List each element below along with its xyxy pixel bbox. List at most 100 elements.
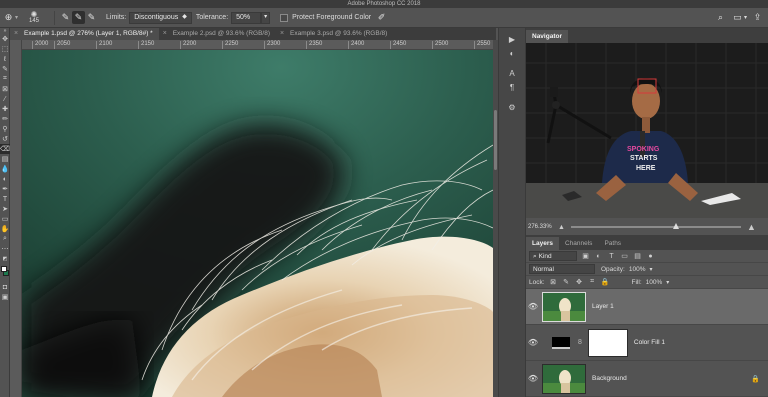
crop-tool-icon[interactable]: ⌗ <box>0 74 10 84</box>
fill-value[interactable]: 100% <box>646 279 663 286</box>
chevron-down-icon[interactable]: ▾ <box>649 266 652 273</box>
spot-healing-tool-icon[interactable]: ✚ <box>0 104 10 114</box>
panel-icon-strip: ▶ ◐ A ¶ ⚙ <box>498 28 526 397</box>
tolerance-dropdown[interactable]: ▾ <box>261 11 271 24</box>
tolerance-input[interactable]: 50% <box>231 11 262 24</box>
close-icon[interactable]: × <box>163 28 167 40</box>
type-layer-filter-icon[interactable]: T <box>607 252 616 261</box>
workspace-button[interactable]: ▭ ▾ <box>731 10 747 26</box>
navigator-thumbnail[interactable]: SPOKING STARTS HERE <box>526 43 768 218</box>
dodge-tool-icon[interactable]: ◐ <box>0 174 10 184</box>
color-swatches[interactable] <box>0 264 10 282</box>
eye-icon[interactable]: 👁 <box>526 338 540 347</box>
paragraph-panel-icon[interactable]: ¶ <box>499 80 525 94</box>
lock-all-icon[interactable]: 🔒 <box>601 278 610 287</box>
blur-tool-icon[interactable]: 💧 <box>0 164 10 174</box>
close-icon[interactable]: × <box>280 28 284 40</box>
zoom-in-icon[interactable]: ▲ <box>747 222 756 232</box>
brush-size-picker[interactable]: ✺ 145 <box>22 10 46 26</box>
tool-presets-panel-icon[interactable]: ⚙ <box>499 100 525 114</box>
history-panel-icon[interactable]: ▶ <box>499 32 525 46</box>
adjustment-layer-filter-icon[interactable]: ◐ <box>594 252 603 261</box>
quick-mask-icon[interactable]: ◘ <box>0 282 10 292</box>
zoom-out-icon[interactable]: ▲ <box>558 224 565 231</box>
chevron-down-icon[interactable]: ▾ <box>666 279 669 286</box>
share-button[interactable]: ⇪ <box>751 10 764 26</box>
document-canvas[interactable] <box>22 50 493 397</box>
marquee-tool-icon[interactable]: ⬚ <box>0 44 10 54</box>
zoom-slider[interactable] <box>570 223 741 229</box>
sampling-continuous-icon[interactable]: ✎ <box>59 11 72 24</box>
history-brush-tool-icon[interactable]: ↺ <box>0 134 10 144</box>
lasso-tool-icon[interactable]: ℓ <box>0 54 10 64</box>
document-tab-label: Example 1.psd @ 276% (Layer 1, RGB/8#) * <box>24 30 153 37</box>
shape-layer-filter-icon[interactable]: ▭ <box>620 252 629 261</box>
chevron-down-icon: ▾ <box>743 15 747 21</box>
layer-row[interactable]: 👁 Layer 1 <box>526 289 768 325</box>
lock-artboard-icon[interactable]: ⌗ <box>588 278 597 287</box>
layer-row[interactable]: 👁 Background 🔒 <box>526 361 768 397</box>
screen-mode-icon[interactable]: ▣ <box>0 292 10 302</box>
frame-tool-icon[interactable]: ⊠ <box>0 84 10 94</box>
brush-tool-icon[interactable]: ✏ <box>0 114 10 124</box>
sampling-buttons: ✎ ✎ ✎ <box>59 10 98 26</box>
limits-select[interactable]: Discontiguous ◆ <box>129 11 192 24</box>
pixel-layer-filter-icon[interactable]: ▣ <box>581 252 590 261</box>
zoom-value[interactable]: 276.33% <box>528 224 558 230</box>
eraser-tool-icon[interactable]: ⌫ <box>0 144 10 154</box>
tab-paths[interactable]: Paths <box>598 237 627 250</box>
sampling-background-swatch-icon[interactable]: ✎ <box>85 11 98 24</box>
quick-selection-tool-icon[interactable]: ✎ <box>0 64 10 74</box>
eye-icon[interactable]: 👁 <box>526 374 540 383</box>
layer-kind-filter[interactable]: ⌕ Kind <box>529 251 577 261</box>
type-tool-icon[interactable]: T <box>0 194 10 204</box>
pressure-button[interactable]: ✐ <box>375 10 388 26</box>
shirt-text-line-2: STARTS <box>630 155 658 162</box>
eyedropper-tool-icon[interactable]: ⁄ <box>0 94 10 104</box>
document-tab[interactable]: × Example 1.psd @ 276% (Layer 1, RGB/8#)… <box>10 28 159 40</box>
navigator-preview-image: SPOKING STARTS HERE <box>526 43 768 218</box>
document-tab[interactable]: × Example 3.psd @ 93.6% (RGB/8) <box>276 28 393 40</box>
character-panel-icon[interactable]: A <box>499 66 525 80</box>
lock-transparent-icon[interactable]: ⊠ <box>549 278 558 287</box>
adjustments-panel-icon[interactable]: ◐ <box>499 46 525 60</box>
opacity-value[interactable]: 100% <box>629 266 646 273</box>
tool-preset-picker[interactable]: ⊕ ▾ <box>2 10 18 26</box>
rectangle-tool-icon[interactable]: ▭ <box>0 214 10 224</box>
lock-image-icon[interactable]: ✎ <box>562 278 571 287</box>
zoom-tool-icon[interactable]: ⌕ <box>0 234 10 244</box>
smart-object-filter-icon[interactable]: ▤ <box>633 252 642 261</box>
tab-navigator[interactable]: Navigator <box>526 30 568 43</box>
blend-mode-select[interactable]: Normal <box>529 264 595 274</box>
ruler-tick-label: 2100 <box>96 41 112 49</box>
protect-foreground-group: Protect Foreground Color <box>280 10 371 26</box>
foreground-color-swatch[interactable] <box>1 266 7 272</box>
more-tools-icon[interactable]: ⋯ <box>0 244 10 254</box>
move-tool-icon[interactable]: ✥ <box>0 34 10 44</box>
zoom-slider-knob[interactable] <box>673 223 680 229</box>
tab-channels[interactable]: Channels <box>559 237 598 250</box>
path-selection-tool-icon[interactable]: ➤ <box>0 204 10 214</box>
sampling-once-icon[interactable]: ✎ <box>72 11 86 24</box>
window-title: Adobe Photoshop CC 2018 <box>347 1 421 7</box>
pen-tool-icon[interactable]: ✒ <box>0 184 10 194</box>
mask-link-icon[interactable]: 8 <box>578 339 582 346</box>
eye-icon[interactable]: 👁 <box>526 302 540 311</box>
document-tab[interactable]: × Example 2.psd @ 93.6% (RGB/8) <box>159 28 276 40</box>
scrollbar-thumb[interactable] <box>494 110 497 170</box>
gradient-tool-icon[interactable]: ▤ <box>0 154 10 164</box>
filter-toggle-icon[interactable]: ● <box>646 252 655 261</box>
protect-foreground-label: Protect Foreground Color <box>292 14 372 21</box>
close-icon[interactable]: × <box>14 28 18 40</box>
search-button[interactable]: ⌕ <box>714 10 727 26</box>
tolerance-group: Tolerance: 50% ▾ <box>196 10 271 26</box>
ruler-tick-label: 2500 <box>432 41 448 49</box>
layer-row[interactable]: 👁 8 Color Fill 1 <box>526 325 768 361</box>
clone-stamp-tool-icon[interactable]: ⚲ <box>0 124 10 134</box>
hand-tool-icon[interactable]: ✋ <box>0 224 10 234</box>
layer-mask-thumbnail[interactable] <box>587 328 628 357</box>
protect-foreground-checkbox[interactable] <box>280 13 289 22</box>
lock-position-icon[interactable]: ✥ <box>575 278 584 287</box>
tab-layers[interactable]: Layers <box>526 237 559 250</box>
default-colors-icon[interactable]: ◩ <box>0 254 10 264</box>
